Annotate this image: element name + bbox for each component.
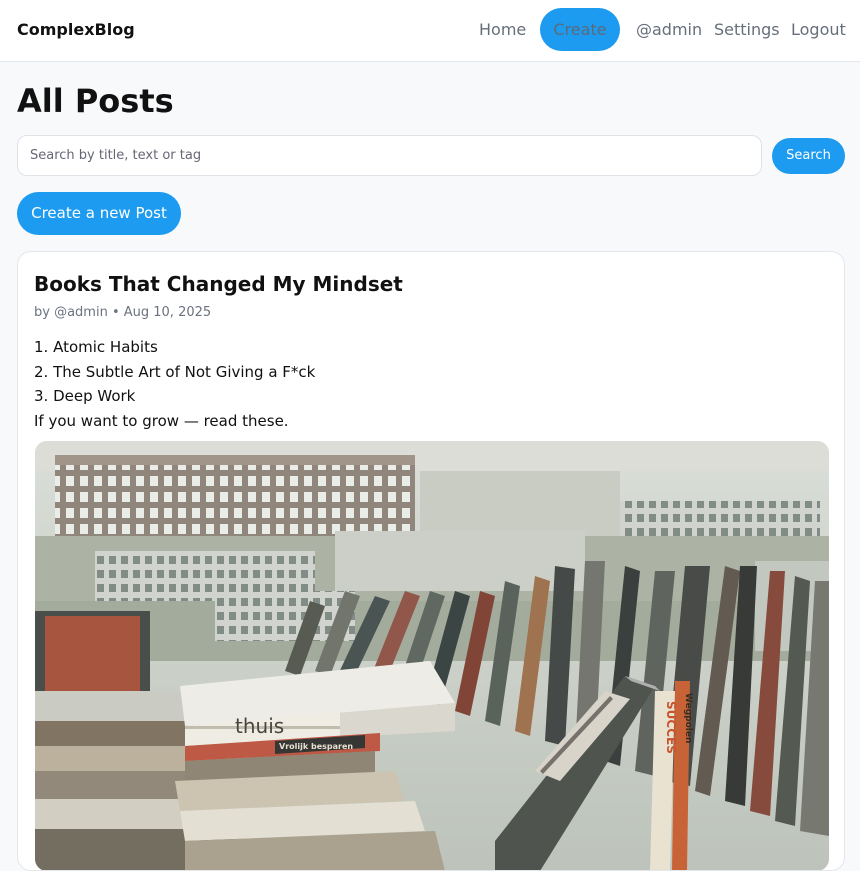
nav-create-button[interactable]: Create xyxy=(540,8,620,51)
post-image: thuis Vrolijk besparen SUCCES Wegpolen xyxy=(35,441,829,870)
brand-logo[interactable]: ComplexBlog xyxy=(17,20,135,39)
nav-logout-link[interactable]: Logout xyxy=(791,20,846,39)
nav-settings-link[interactable]: Settings xyxy=(714,20,780,39)
page-title: All Posts xyxy=(17,82,174,120)
post-meta: by @admin • Aug 10, 2025 xyxy=(34,305,212,320)
post-body-line: If you want to grow — read these. xyxy=(34,411,289,430)
post-body: 1. Atomic Habits 2. The Subtle Art of No… xyxy=(34,335,315,433)
books-photo: thuis Vrolijk besparen SUCCES Wegpolen xyxy=(35,441,829,870)
post-body-line: 2. The Subtle Art of Not Giving a F*ck xyxy=(34,362,316,381)
nav-home-link[interactable]: Home xyxy=(479,20,526,39)
top-navbar: ComplexBlog Home Create @admin Settings … xyxy=(0,0,860,62)
search-input[interactable] xyxy=(17,135,762,176)
post-card: Books That Changed My Mindset by @admin … xyxy=(17,251,845,871)
post-body-line: 3. Deep Work xyxy=(34,387,136,405)
nav-profile-link[interactable]: @admin xyxy=(636,20,702,39)
post-title[interactable]: Books That Changed My Mindset xyxy=(34,272,403,296)
post-body-line: 1. Atomic Habits xyxy=(34,338,158,356)
create-post-button[interactable]: Create a new Post xyxy=(17,192,181,235)
search-button[interactable]: Search xyxy=(772,138,845,174)
